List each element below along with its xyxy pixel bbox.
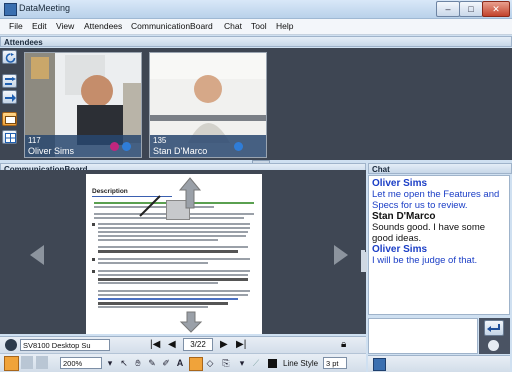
next-page-icon[interactable]: ▶ [220, 339, 228, 351]
previous-page-icon[interactable]: ◀ [168, 339, 176, 351]
presenter-badge-icon [110, 142, 119, 151]
chat-splitter[interactable] [363, 252, 367, 272]
board-draw-toolbar: 200% ▾ ↖ ✋︎ ✎ ✐ A ◇ ⎘ ▾ ⟋ Line Style 3 p… [0, 353, 366, 372]
close-button[interactable]: ✕ [482, 1, 510, 17]
share-screen-icon[interactable] [2, 74, 17, 88]
line-style-select[interactable]: 3 pt [323, 357, 347, 369]
stamp-tool-icon[interactable]: ⎘ [220, 357, 232, 369]
attendee-label: 135 Stan D'Marco [150, 135, 266, 157]
line-tool-icon[interactable]: ⟋ [250, 357, 262, 369]
line-style-label: Line Style [283, 359, 319, 368]
minimize-button[interactable]: – [436, 1, 460, 17]
zoom-select[interactable]: 200% [60, 357, 102, 369]
refresh-icon[interactable] [2, 50, 17, 64]
menu-bar: File Edit View Attendees CommunicationBo… [0, 19, 512, 35]
document-select[interactable]: SV8100 Desktop Su [20, 339, 110, 351]
attendee-label: 117 Oliver Sims [25, 135, 141, 157]
chat-sender: Oliver Sims [372, 244, 428, 255]
chat-message: I will be the judge of that. [372, 255, 478, 266]
zoom-dropdown-icon[interactable]: ▾ [104, 357, 116, 369]
attendee-name: Oliver Sims [28, 146, 75, 156]
attendee-name: Stan D'Marco [153, 146, 208, 156]
tool-dropdown-icon[interactable]: ▾ [236, 357, 248, 369]
highlighter-tool-icon[interactable]: ✐ [160, 357, 172, 369]
chat-sender: Oliver Sims [372, 178, 428, 189]
menu-help[interactable]: Help [276, 21, 293, 31]
chat-options-icon[interactable] [488, 340, 499, 351]
menu-view[interactable]: View [56, 21, 74, 31]
annotation-arrow-down-icon[interactable] [178, 310, 204, 334]
pointer-tool-icon[interactable]: ↖ [118, 357, 130, 369]
info-icon[interactable] [122, 142, 131, 151]
enter-icon [487, 324, 500, 332]
lock-icon[interactable]: 🔒︎ [341, 339, 346, 351]
menu-chat[interactable]: Chat [224, 21, 242, 31]
last-page-icon[interactable]: ▶| [236, 339, 246, 351]
send-button[interactable] [484, 320, 504, 336]
menu-file[interactable]: File [9, 21, 23, 31]
info-icon[interactable] [234, 142, 243, 151]
next-page-arrow-icon[interactable] [334, 245, 348, 265]
attendee-extension: 117 [28, 136, 41, 145]
eraser-tool-icon[interactable]: ◇ [204, 357, 216, 369]
first-page-icon[interactable]: |◀ [150, 339, 160, 351]
annotation-arrow-up-icon[interactable] [170, 174, 210, 214]
line-style-value: 3 pt [326, 359, 339, 368]
color-tool-icon[interactable] [189, 357, 203, 371]
hand-tool-icon[interactable]: ✋︎ [132, 357, 144, 369]
page-indicator[interactable]: 3/22 [183, 338, 213, 351]
whiteboard-icon[interactable] [2, 112, 17, 126]
dropdown-circle-icon[interactable] [5, 339, 17, 351]
chat-sender: Stan D'Marco [372, 211, 436, 222]
document-heading: Description [92, 188, 128, 195]
maximize-button[interactable]: □ [459, 1, 483, 17]
attendee-tile[interactable]: 117 Oliver Sims [24, 52, 142, 158]
chat-message: Let me open the Features and Specs for u… [372, 189, 500, 211]
fill-color-icon[interactable] [268, 359, 277, 368]
chat-toolbar [368, 355, 510, 372]
pen-tool-icon[interactable]: ✎ [146, 357, 158, 369]
annotation-pen-line-icon [139, 195, 161, 217]
text-tool-icon[interactable]: A [174, 357, 186, 369]
menu-tool[interactable]: Tool [251, 21, 267, 31]
save-file-icon[interactable] [36, 356, 48, 369]
menu-attendees[interactable]: Attendees [84, 21, 122, 31]
chat-input[interactable] [368, 318, 478, 354]
grid-layout-icon[interactable] [2, 130, 17, 144]
open-file-icon[interactable] [21, 356, 33, 369]
attendee-tile[interactable]: 135 Stan D'Marco [149, 52, 267, 158]
chat-message: Sounds good. I have some good ideas. [372, 222, 486, 244]
menu-edit[interactable]: Edit [32, 21, 47, 31]
window-title: DataMeeting [19, 3, 71, 13]
chat-header: Chat [368, 163, 512, 174]
app-logo-icon [4, 3, 17, 16]
transfer-icon[interactable] [2, 90, 17, 104]
menu-communicationboard[interactable]: CommunicationBoard [131, 21, 213, 31]
document-select-value: SV8100 Desktop Su [23, 341, 91, 350]
board-nav-toolbar: SV8100 Desktop Su |◀ ◀ 3/22 ▶ ▶| 🔒︎ [0, 336, 366, 354]
attendees-toolbar [2, 50, 18, 158]
previous-page-arrow-icon[interactable] [30, 245, 44, 265]
zoom-value: 200% [63, 359, 83, 368]
chat-log[interactable]: Oliver Sims Let me open the Features and… [368, 175, 510, 315]
attendee-extension: 135 [153, 136, 167, 145]
save-chat-icon[interactable] [373, 358, 386, 371]
attendees-header: Attendees [0, 36, 512, 47]
sync-icon[interactable] [4, 356, 19, 371]
